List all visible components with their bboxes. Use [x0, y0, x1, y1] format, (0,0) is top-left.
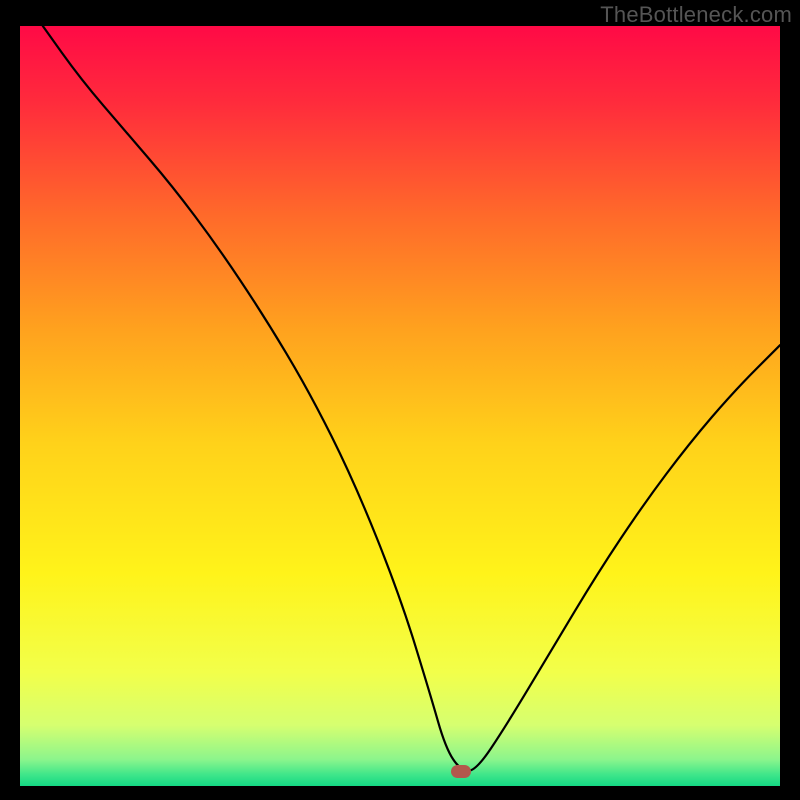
bottleneck-chart: [20, 26, 780, 786]
optimum-marker-icon: [451, 765, 471, 778]
chart-frame: TheBottleneck.com: [0, 0, 800, 800]
plot-area: [20, 26, 780, 786]
watermark-text: TheBottleneck.com: [600, 2, 792, 28]
